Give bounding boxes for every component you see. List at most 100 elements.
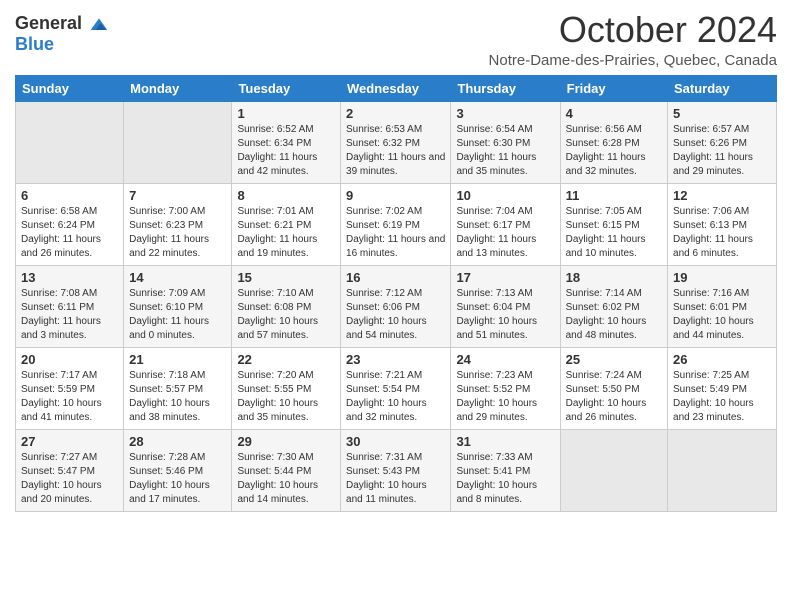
calendar-cell: 31Sunrise: 7:33 AM Sunset: 5:41 PM Dayli… bbox=[451, 429, 560, 511]
weekday-header-row: SundayMondayTuesdayWednesdayThursdayFrid… bbox=[16, 75, 777, 101]
calendar-cell: 9 Sunrise: 7:02 AM Sunset: 6:19 PM Daylig… bbox=[341, 183, 451, 265]
calendar-cell: 20 Sunrise: 7:17 AM Sunset: 5:59 PM Dayli… bbox=[16, 347, 124, 429]
calendar-cell: 21Sunrise: 7:18 AM Sunset: 5:57 PM Dayli… bbox=[124, 347, 232, 429]
calendar-cell bbox=[124, 101, 232, 183]
day-info: Sunrise: 7:02 AM Sunset: 6:19 PM Dayligh… bbox=[346, 205, 445, 261]
weekday-header: Saturday bbox=[668, 75, 777, 101]
logo: General Blue bbox=[15, 14, 109, 55]
day-info: Sunrise: 7:30 AM Sunset: 5:44 PM Dayligh… bbox=[237, 451, 335, 507]
calendar-cell: 26 Sunrise: 7:25 AM Sunset: 5:49 PM Dayli… bbox=[668, 347, 777, 429]
day-info: Sunrise: 6:53 AM Sunset: 6:32 PM Dayligh… bbox=[346, 123, 445, 179]
logo-blue: Blue bbox=[15, 34, 54, 54]
day-number: 17 bbox=[456, 270, 554, 285]
weekday-header: Thursday bbox=[451, 75, 560, 101]
calendar-cell: 30Sunrise: 7:31 AM Sunset: 5:43 PM Dayli… bbox=[341, 429, 451, 511]
calendar-week-row: 27Sunrise: 7:27 AM Sunset: 5:47 PM Dayli… bbox=[16, 429, 777, 511]
day-number: 9 bbox=[346, 188, 445, 203]
calendar-cell bbox=[668, 429, 777, 511]
title-section: October 2024 Notre-Dame-des-Prairies, Qu… bbox=[489, 10, 777, 69]
calendar-cell: 7 Sunrise: 7:00 AM Sunset: 6:23 PM Daylig… bbox=[124, 183, 232, 265]
day-number: 15 bbox=[237, 270, 335, 285]
day-number: 22 bbox=[237, 352, 335, 367]
day-info: Sunrise: 7:28 AM Sunset: 5:46 PM Dayligh… bbox=[129, 451, 226, 507]
day-number: 8 bbox=[237, 188, 335, 203]
day-info: Sunrise: 7:13 AM Sunset: 6:04 PM Dayligh… bbox=[456, 287, 554, 343]
calendar-cell: 22 Sunrise: 7:20 AM Sunset: 5:55 PM Dayli… bbox=[232, 347, 341, 429]
day-number: 25 bbox=[566, 352, 662, 367]
day-info: Sunrise: 7:25 AM Sunset: 5:49 PM Dayligh… bbox=[673, 369, 771, 425]
calendar-cell: 17 Sunrise: 7:13 AM Sunset: 6:04 PM Dayli… bbox=[451, 265, 560, 347]
calendar-cell: 27Sunrise: 7:27 AM Sunset: 5:47 PM Dayli… bbox=[16, 429, 124, 511]
day-number: 6 bbox=[21, 188, 118, 203]
day-number: 20 bbox=[21, 352, 118, 367]
calendar-cell: 29 Sunrise: 7:30 AM Sunset: 5:44 PM Dayli… bbox=[232, 429, 341, 511]
day-info: Sunrise: 7:05 AM Sunset: 6:15 PM Dayligh… bbox=[566, 205, 662, 261]
day-info: Sunrise: 7:06 AM Sunset: 6:13 PM Dayligh… bbox=[673, 205, 771, 261]
day-info: Sunrise: 7:31 AM Sunset: 5:43 PM Dayligh… bbox=[346, 451, 445, 507]
calendar-cell: 12 Sunrise: 7:06 AM Sunset: 6:13 PM Dayli… bbox=[668, 183, 777, 265]
day-info: Sunrise: 7:24 AM Sunset: 5:50 PM Dayligh… bbox=[566, 369, 662, 425]
day-info: Sunrise: 7:10 AM Sunset: 6:08 PM Dayligh… bbox=[237, 287, 335, 343]
calendar-cell: 13Sunrise: 7:08 AM Sunset: 6:11 PM Dayli… bbox=[16, 265, 124, 347]
day-number: 23 bbox=[346, 352, 445, 367]
calendar-cell: 1 Sunrise: 6:52 AM Sunset: 6:34 PM Daylig… bbox=[232, 101, 341, 183]
day-info: Sunrise: 7:20 AM Sunset: 5:55 PM Dayligh… bbox=[237, 369, 335, 425]
calendar-cell: 23Sunrise: 7:21 AM Sunset: 5:54 PM Dayli… bbox=[341, 347, 451, 429]
day-number: 2 bbox=[346, 106, 445, 121]
day-number: 26 bbox=[673, 352, 771, 367]
day-info: Sunrise: 7:23 AM Sunset: 5:52 PM Dayligh… bbox=[456, 369, 554, 425]
calendar-cell: 8 Sunrise: 7:01 AM Sunset: 6:21 PM Daylig… bbox=[232, 183, 341, 265]
day-number: 16 bbox=[346, 270, 445, 285]
day-number: 10 bbox=[456, 188, 554, 203]
day-info: Sunrise: 7:14 AM Sunset: 6:02 PM Dayligh… bbox=[566, 287, 662, 343]
day-number: 28 bbox=[129, 434, 226, 449]
calendar-cell bbox=[16, 101, 124, 183]
day-info: Sunrise: 7:04 AM Sunset: 6:17 PM Dayligh… bbox=[456, 205, 554, 261]
day-number: 1 bbox=[237, 106, 335, 121]
day-info: Sunrise: 7:12 AM Sunset: 6:06 PM Dayligh… bbox=[346, 287, 445, 343]
weekday-header: Wednesday bbox=[341, 75, 451, 101]
calendar-cell: 24 Sunrise: 7:23 AM Sunset: 5:52 PM Dayli… bbox=[451, 347, 560, 429]
calendar-cell: 25 Sunrise: 7:24 AM Sunset: 5:50 PM Dayli… bbox=[560, 347, 667, 429]
day-number: 11 bbox=[566, 188, 662, 203]
day-number: 7 bbox=[129, 188, 226, 203]
day-info: Sunrise: 7:01 AM Sunset: 6:21 PM Dayligh… bbox=[237, 205, 335, 261]
calendar-cell: 10 Sunrise: 7:04 AM Sunset: 6:17 PM Dayli… bbox=[451, 183, 560, 265]
day-info: Sunrise: 6:56 AM Sunset: 6:28 PM Dayligh… bbox=[566, 123, 662, 179]
calendar-cell: 11 Sunrise: 7:05 AM Sunset: 6:15 PM Dayli… bbox=[560, 183, 667, 265]
day-number: 31 bbox=[456, 434, 554, 449]
calendar-cell bbox=[560, 429, 667, 511]
day-number: 5 bbox=[673, 106, 771, 121]
calendar-cell: 2 Sunrise: 6:53 AM Sunset: 6:32 PM Daylig… bbox=[341, 101, 451, 183]
day-info: Sunrise: 7:00 AM Sunset: 6:23 PM Dayligh… bbox=[129, 205, 226, 261]
day-info: Sunrise: 6:52 AM Sunset: 6:34 PM Dayligh… bbox=[237, 123, 335, 179]
logo-general: General bbox=[15, 13, 82, 33]
day-info: Sunrise: 7:16 AM Sunset: 6:01 PM Dayligh… bbox=[673, 287, 771, 343]
day-number: 4 bbox=[566, 106, 662, 121]
day-info: Sunrise: 6:54 AM Sunset: 6:30 PM Dayligh… bbox=[456, 123, 554, 179]
calendar-week-row: 20 Sunrise: 7:17 AM Sunset: 5:59 PM Dayli… bbox=[16, 347, 777, 429]
calendar-week-row: 13Sunrise: 7:08 AM Sunset: 6:11 PM Dayli… bbox=[16, 265, 777, 347]
calendar-cell: 19Sunrise: 7:16 AM Sunset: 6:01 PM Dayli… bbox=[668, 265, 777, 347]
day-number: 27 bbox=[21, 434, 118, 449]
page-header: General Blue October 2024 Notre-Dame-des… bbox=[15, 10, 777, 69]
weekday-header: Sunday bbox=[16, 75, 124, 101]
logo-icon bbox=[89, 15, 109, 35]
calendar-cell: 15 Sunrise: 7:10 AM Sunset: 6:08 PM Dayli… bbox=[232, 265, 341, 347]
day-info: Sunrise: 7:08 AM Sunset: 6:11 PM Dayligh… bbox=[21, 287, 118, 343]
calendar-week-row: 1 Sunrise: 6:52 AM Sunset: 6:34 PM Daylig… bbox=[16, 101, 777, 183]
day-number: 24 bbox=[456, 352, 554, 367]
calendar-cell: 16 Sunrise: 7:12 AM Sunset: 6:06 PM Dayli… bbox=[341, 265, 451, 347]
day-info: Sunrise: 6:57 AM Sunset: 6:26 PM Dayligh… bbox=[673, 123, 771, 179]
day-info: Sunrise: 6:58 AM Sunset: 6:24 PM Dayligh… bbox=[21, 205, 118, 261]
day-number: 21 bbox=[129, 352, 226, 367]
day-number: 29 bbox=[237, 434, 335, 449]
day-number: 14 bbox=[129, 270, 226, 285]
day-number: 12 bbox=[673, 188, 771, 203]
day-info: Sunrise: 7:17 AM Sunset: 5:59 PM Dayligh… bbox=[21, 369, 118, 425]
calendar-week-row: 6 Sunrise: 6:58 AM Sunset: 6:24 PM Daylig… bbox=[16, 183, 777, 265]
calendar-cell: 4 Sunrise: 6:56 AM Sunset: 6:28 PM Daylig… bbox=[560, 101, 667, 183]
weekday-header: Tuesday bbox=[232, 75, 341, 101]
calendar-cell: 6 Sunrise: 6:58 AM Sunset: 6:24 PM Daylig… bbox=[16, 183, 124, 265]
calendar-table: SundayMondayTuesdayWednesdayThursdayFrid… bbox=[15, 75, 777, 512]
